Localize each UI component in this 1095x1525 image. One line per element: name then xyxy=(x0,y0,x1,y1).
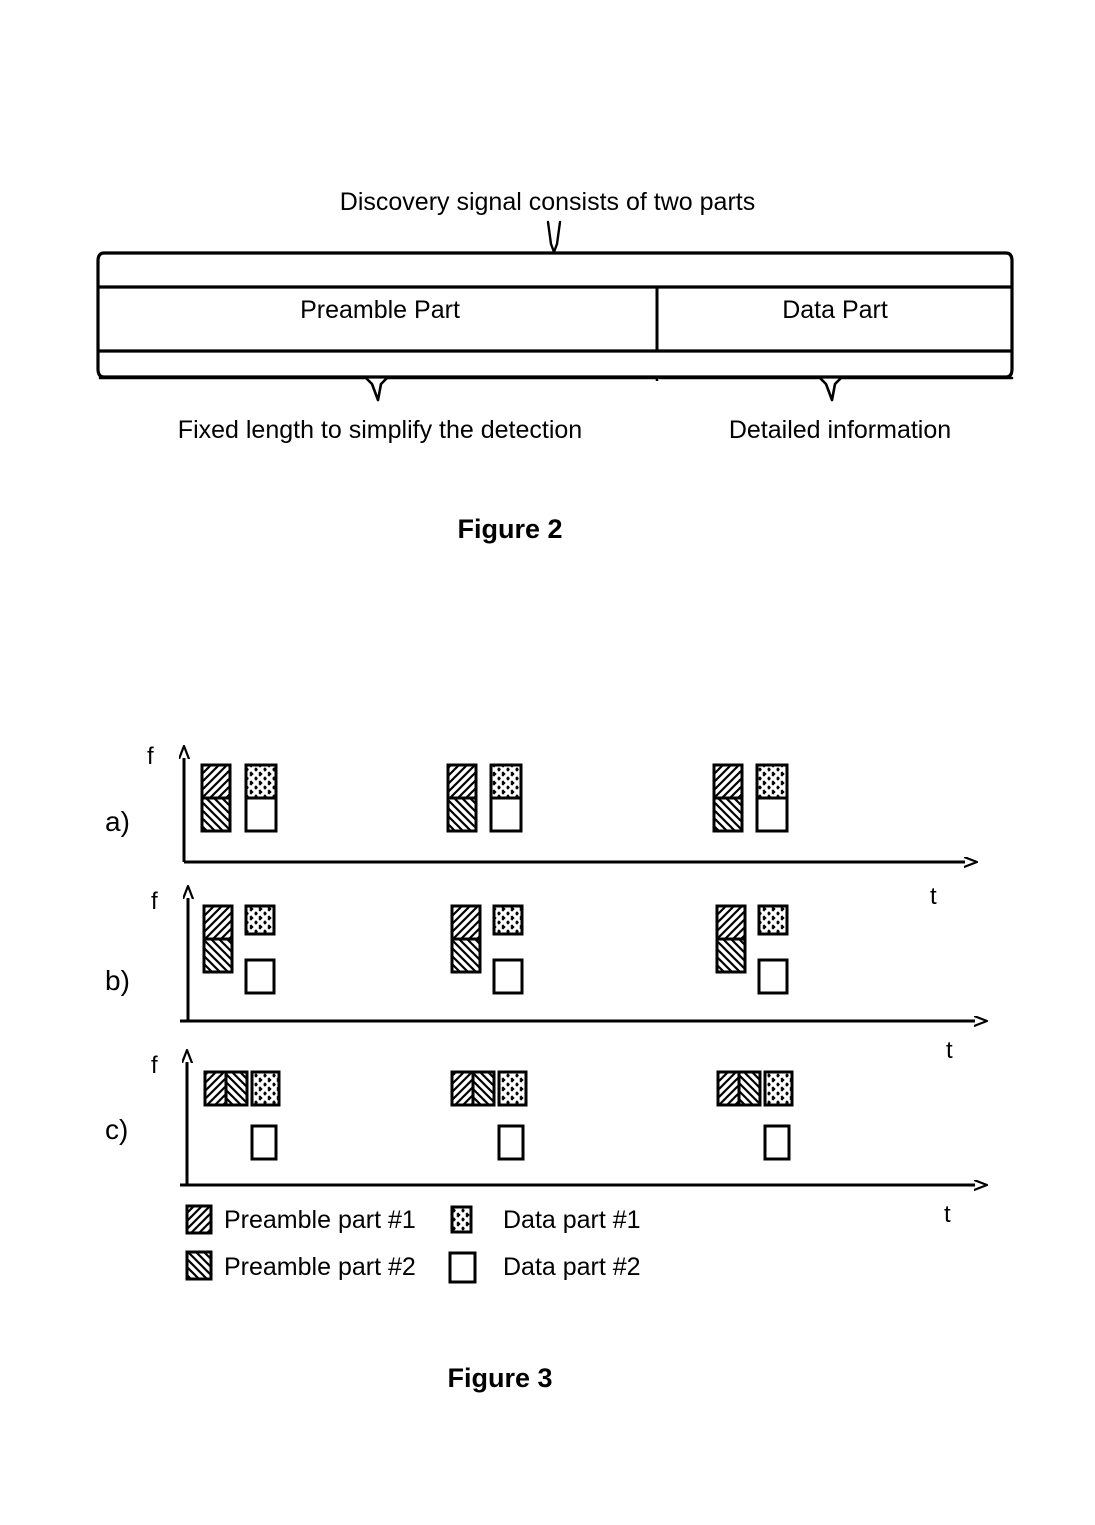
legend-label-preamble-1: Preamble part #1 xyxy=(224,1206,416,1234)
figure-sheet: Discovery signal consists of two parts P… xyxy=(0,0,1095,1525)
panel-b-x-axis-label: t xyxy=(946,1037,953,1064)
legend-label-data-1: Data part #1 xyxy=(503,1206,641,1234)
panel-c-blocks xyxy=(203,1070,794,1161)
panel-c-y-axis-label: f xyxy=(151,1052,158,1079)
panel-label-b: b) xyxy=(105,965,130,996)
panel-b-blocks xyxy=(202,904,789,995)
panel-c-axes xyxy=(180,1062,975,1185)
figure3-diagram xyxy=(0,0,1095,1284)
legend-label-preamble-2: Preamble part #2 xyxy=(224,1253,416,1281)
panel-b-axes xyxy=(180,898,975,1021)
panel-a-x-axis-label: t xyxy=(930,883,937,910)
panel-b-y-axis-label: f xyxy=(151,888,158,915)
panel-label-a: a) xyxy=(105,806,130,837)
panel-c-x-axis-label: t xyxy=(944,1201,951,1228)
panel-a-axes xyxy=(184,758,965,862)
panel-label-c: c) xyxy=(105,1114,129,1145)
figure3-caption: Figure 3 xyxy=(447,1363,553,1393)
panel-a-blocks xyxy=(200,763,789,833)
figure-3: a) b) c) f t f t f t Preamble part #1 Pr… xyxy=(0,0,1095,1525)
panel-a-y-axis-label: f xyxy=(147,743,154,770)
legend-label-data-2: Data part #2 xyxy=(503,1253,641,1281)
